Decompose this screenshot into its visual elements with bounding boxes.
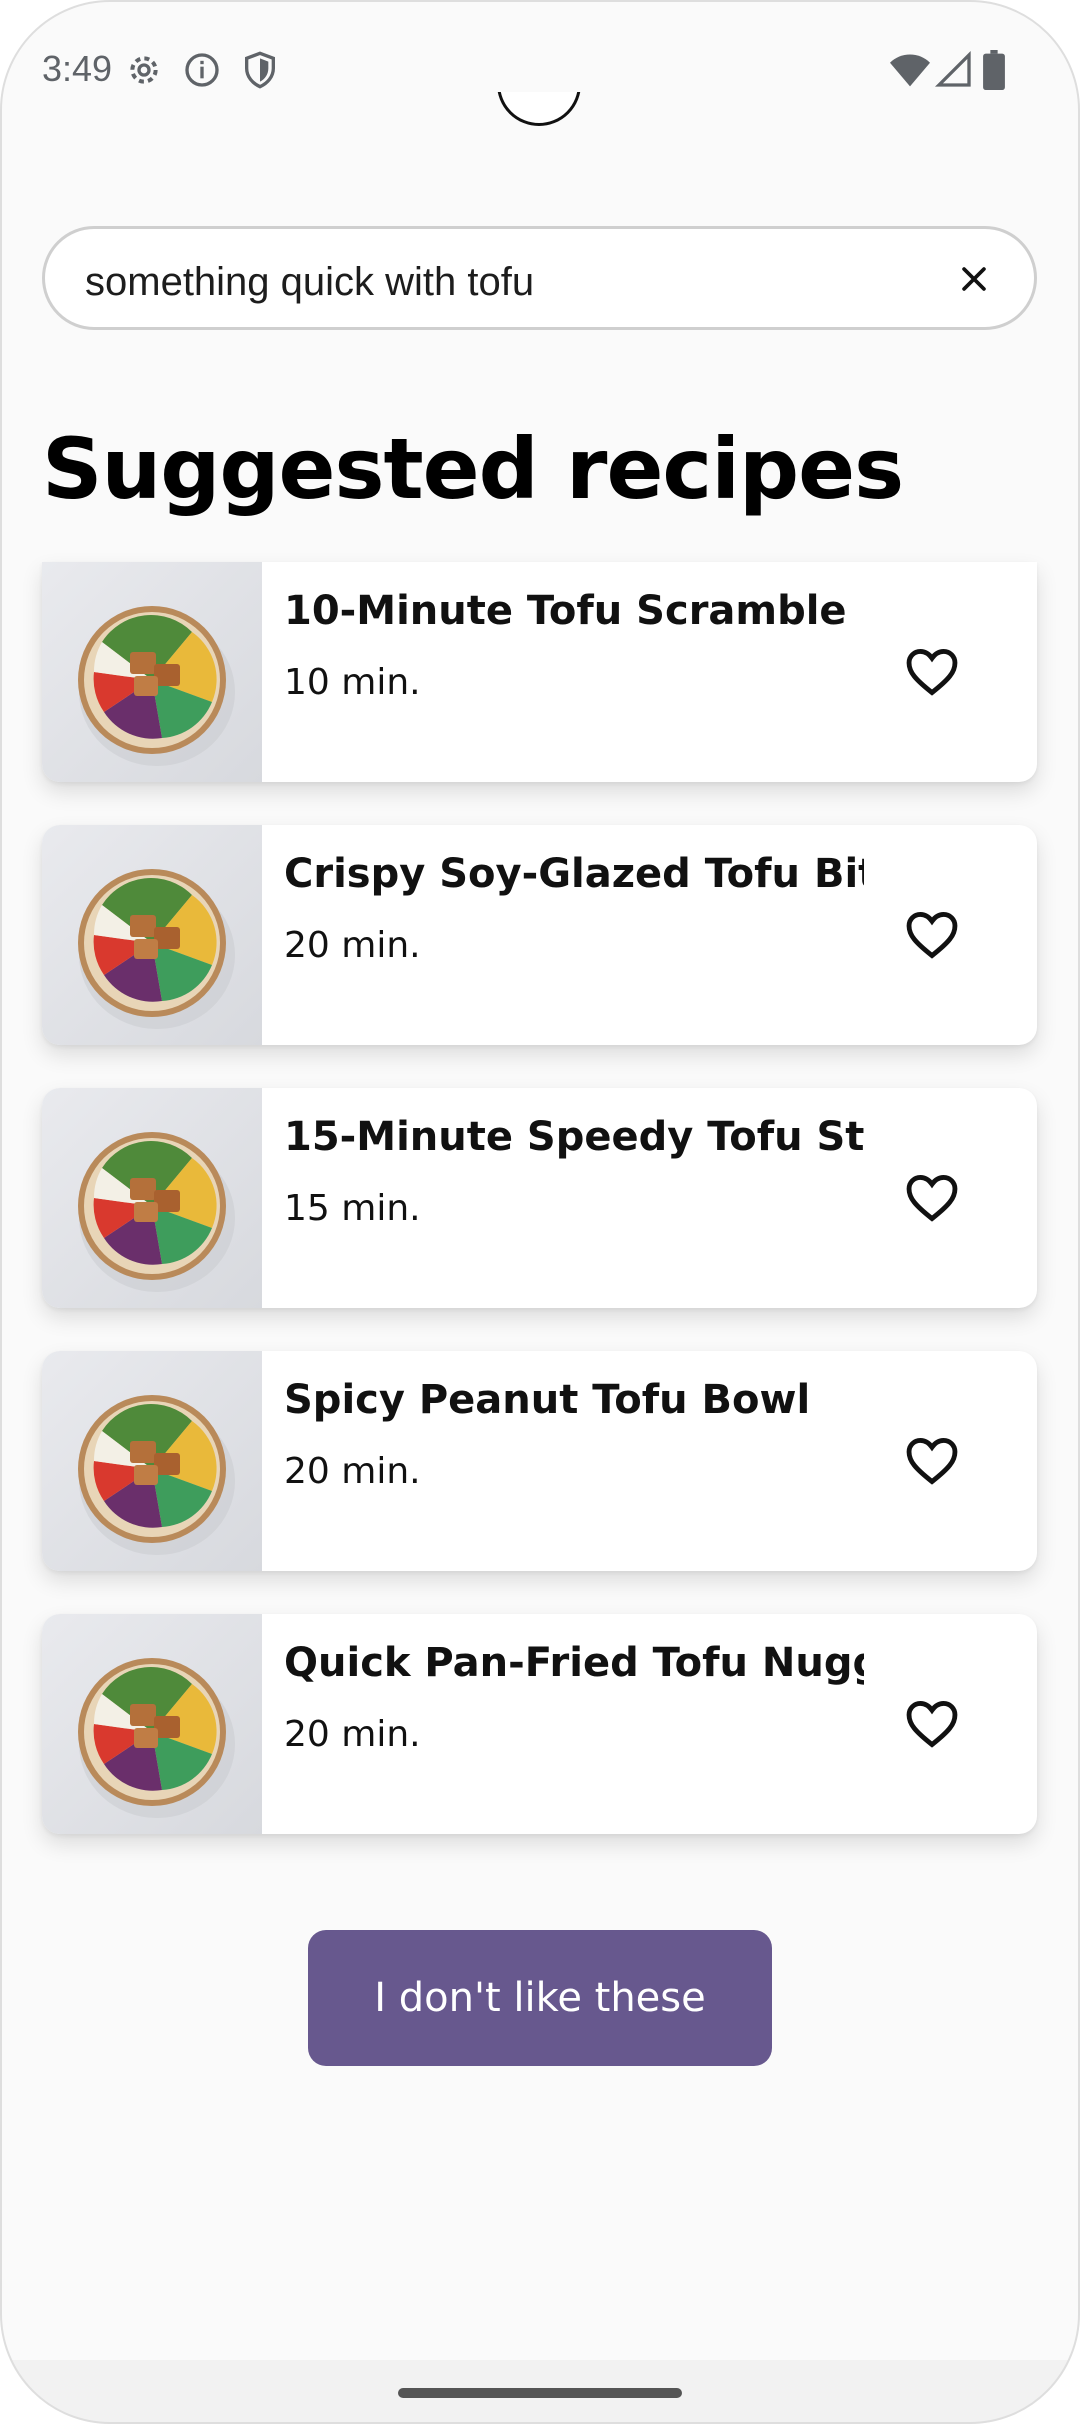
page-title: Suggested recipes — [42, 420, 904, 518]
shield-icon — [240, 50, 280, 90]
recipe-cook-time: 10 min. — [284, 662, 421, 703]
heart-icon — [906, 1438, 958, 1485]
recipe-title: Crispy Soy-Glazed Tofu Bites — [284, 851, 864, 897]
recipe-list[interactable]: 10-Minute Tofu Scramble 10 min. Crispy S… — [42, 562, 1037, 1877]
recipe-title: Quick Pan-Fried Tofu Nugg... — [284, 1640, 864, 1686]
camera-cutout — [497, 42, 587, 126]
clear-search-button[interactable] — [948, 253, 1000, 305]
recipe-card[interactable]: Spicy Peanut Tofu Bowl 20 min. — [42, 1351, 1037, 1571]
heart-icon — [906, 1175, 958, 1222]
recipe-title: Spicy Peanut Tofu Bowl — [284, 1377, 811, 1423]
favorite-button[interactable] — [900, 640, 964, 704]
signal-icon — [934, 50, 974, 90]
search-input[interactable]: something quick with tofu — [42, 226, 1037, 330]
heart-icon — [906, 649, 958, 696]
recipe-card[interactable]: 15-Minute Speedy Tofu Stir-... 15 min. — [42, 1088, 1037, 1308]
wifi-icon — [888, 50, 932, 90]
recipe-cook-time: 20 min. — [284, 925, 421, 966]
status-bar: 3:49 — [0, 0, 1080, 140]
recipe-title: 10-Minute Tofu Scramble — [284, 588, 847, 634]
recipe-image — [42, 825, 262, 1045]
recipe-cook-time: 15 min. — [284, 1188, 421, 1229]
heart-icon — [906, 912, 958, 959]
recipe-card[interactable]: 10-Minute Tofu Scramble 10 min. — [42, 562, 1037, 782]
recipe-cook-time: 20 min. — [284, 1451, 421, 1492]
heart-icon — [906, 1701, 958, 1748]
recipe-card[interactable]: Crispy Soy-Glazed Tofu Bites 20 min. — [42, 825, 1037, 1045]
battery-icon — [982, 50, 1006, 90]
close-icon — [962, 267, 986, 291]
recipe-image — [42, 562, 262, 782]
status-time: 3:49 — [42, 48, 113, 89]
app-screen: 3:49 something quick with tofu Suggested… — [0, 0, 1080, 2424]
dislike-suggestions-button[interactable]: I don't like these — [308, 1930, 772, 2066]
favorite-button[interactable] — [900, 1429, 964, 1493]
recipe-card[interactable]: Quick Pan-Fried Tofu Nugg... 20 min. — [42, 1614, 1037, 1834]
settings-icon — [124, 50, 164, 90]
recipe-image — [42, 1614, 262, 1834]
recipe-title: 15-Minute Speedy Tofu Stir-... — [284, 1114, 864, 1160]
recipe-image — [42, 1351, 262, 1571]
recipe-image — [42, 1088, 262, 1308]
home-indicator[interactable] — [398, 2388, 682, 2398]
favorite-button[interactable] — [900, 1692, 964, 1756]
info-icon — [182, 50, 222, 90]
recipe-cook-time: 20 min. — [284, 1714, 421, 1755]
favorite-button[interactable] — [900, 903, 964, 967]
favorite-button[interactable] — [900, 1166, 964, 1230]
search-input-value: something quick with tofu — [85, 260, 535, 304]
